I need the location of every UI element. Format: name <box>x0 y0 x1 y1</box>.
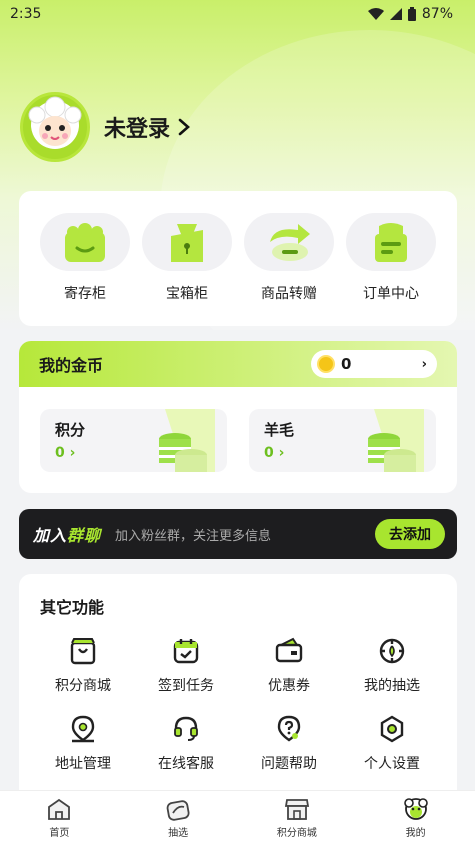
add-group-button[interactable]: 去添加 <box>375 519 445 549</box>
login-link[interactable]: 未登录 <box>104 111 190 143</box>
func-checkin[interactable]: 签到任务 <box>136 636 236 695</box>
other-functions-card: 其它功能 积分商城 签到任务 优惠券 我的抽选 地址管理 在线客服 问题帮助 个… <box>19 574 457 804</box>
quick-action-transfer[interactable]: 商品转赠 <box>244 213 334 303</box>
func-label: 积分商城 <box>55 678 111 694</box>
tab-label: 积分商城 <box>276 828 317 839</box>
coin-balance: 0 <box>341 355 352 373</box>
func-address[interactable]: 地址管理 <box>33 714 133 773</box>
sheep-avatar-icon <box>28 96 82 149</box>
quick-action-label: 宝箱柜 <box>166 286 208 302</box>
lottery-icon <box>342 636 442 666</box>
location-icon <box>33 714 133 744</box>
func-label: 在线客服 <box>158 756 214 772</box>
treasure-box-icon <box>142 213 232 271</box>
coin-stack-icon <box>368 409 424 472</box>
banner-text: 加入粉丝群，关注更多信息 <box>115 528 272 544</box>
help-icon <box>239 714 339 744</box>
points-mall-icon <box>33 636 133 666</box>
headset-icon <box>136 714 236 744</box>
profile-header[interactable]: 未登录 <box>20 92 190 162</box>
points-card[interactable]: 积分 0 › <box>40 409 227 472</box>
tab-mine[interactable]: 我的 <box>356 791 475 844</box>
tab-label: 首页 <box>49 828 70 839</box>
wool-value: 0 › <box>264 445 285 461</box>
func-label: 问题帮助 <box>261 756 317 772</box>
func-my-lottery[interactable]: 我的抽选 <box>342 636 442 695</box>
tab-home[interactable]: 首页 <box>0 791 119 844</box>
bottom-tab-bar: 首页 抽选 积分商城 我的 <box>0 790 475 844</box>
coin-icon <box>317 355 335 373</box>
func-help[interactable]: 问题帮助 <box>239 714 339 773</box>
draw-icon <box>166 800 190 821</box>
quick-action-orders[interactable]: 订单中心 <box>346 213 436 303</box>
func-settings[interactable]: 个人设置 <box>342 714 442 773</box>
home-icon <box>48 798 71 820</box>
status-bar: 2:35 87% <box>0 0 475 28</box>
quick-action-locker[interactable]: 寄存柜 <box>40 213 130 303</box>
status-indicators: 87% <box>367 6 453 22</box>
coupon-icon <box>239 636 339 666</box>
func-coupon[interactable]: 优惠券 <box>239 636 339 695</box>
wool-card[interactable]: 羊毛 0 › <box>249 409 436 472</box>
signal-icon <box>389 8 402 20</box>
quick-action-label: 订单中心 <box>363 286 419 302</box>
store-icon <box>284 799 309 820</box>
coins-title: 我的金币 <box>39 356 104 375</box>
checkin-calendar-icon <box>136 636 236 666</box>
tab-points-mall[interactable]: 积分商城 <box>238 791 357 844</box>
points-title: 积分 <box>55 421 86 439</box>
settings-icon <box>342 714 442 744</box>
func-label: 地址管理 <box>55 756 111 772</box>
join-group-logo: 加入群聊 <box>33 526 102 545</box>
func-label: 个人设置 <box>364 756 420 772</box>
order-icon <box>346 213 436 271</box>
coin-balance-pill[interactable]: 0 › <box>311 350 437 378</box>
section-title: 其它功能 <box>40 598 105 617</box>
coin-stack-icon <box>159 409 215 472</box>
chevron-right-icon: › <box>421 356 427 372</box>
join-group-banner[interactable]: 加入群聊 加入粉丝群，关注更多信息 去添加 <box>19 509 457 559</box>
func-label: 优惠券 <box>268 678 310 694</box>
func-customer-service[interactable]: 在线客服 <box>136 714 236 773</box>
quick-actions-card: 寄存柜 宝箱柜 商品转赠 订单中心 <box>19 191 457 326</box>
tab-label: 我的 <box>405 828 426 839</box>
transfer-gift-icon <box>244 213 334 271</box>
func-points-mall[interactable]: 积分商城 <box>33 636 133 695</box>
profile-name: 未登录 <box>104 117 171 142</box>
wool-title: 羊毛 <box>264 421 295 439</box>
chevron-right-icon <box>178 118 190 136</box>
tab-draw[interactable]: 抽选 <box>119 791 238 844</box>
avatar[interactable] <box>20 92 90 162</box>
battery-icon <box>407 7 416 21</box>
battery-level: 87% <box>421 6 453 22</box>
tab-label: 抽选 <box>168 828 189 839</box>
func-label: 签到任务 <box>158 678 214 694</box>
wifi-icon <box>367 7 384 20</box>
quick-action-label: 商品转赠 <box>261 286 317 302</box>
quick-action-label: 寄存柜 <box>64 286 106 302</box>
coins-header: 我的金币 0 › <box>19 341 457 387</box>
profile-icon <box>403 798 428 820</box>
status-time: 2:35 <box>10 6 42 22</box>
quick-action-treasure-box[interactable]: 宝箱柜 <box>142 213 232 303</box>
points-value: 0 › <box>55 445 76 461</box>
my-coins-card: 我的金币 0 › 积分 0 › 羊毛 0 › <box>19 341 457 493</box>
func-label: 我的抽选 <box>364 678 420 694</box>
locker-icon <box>40 213 130 271</box>
